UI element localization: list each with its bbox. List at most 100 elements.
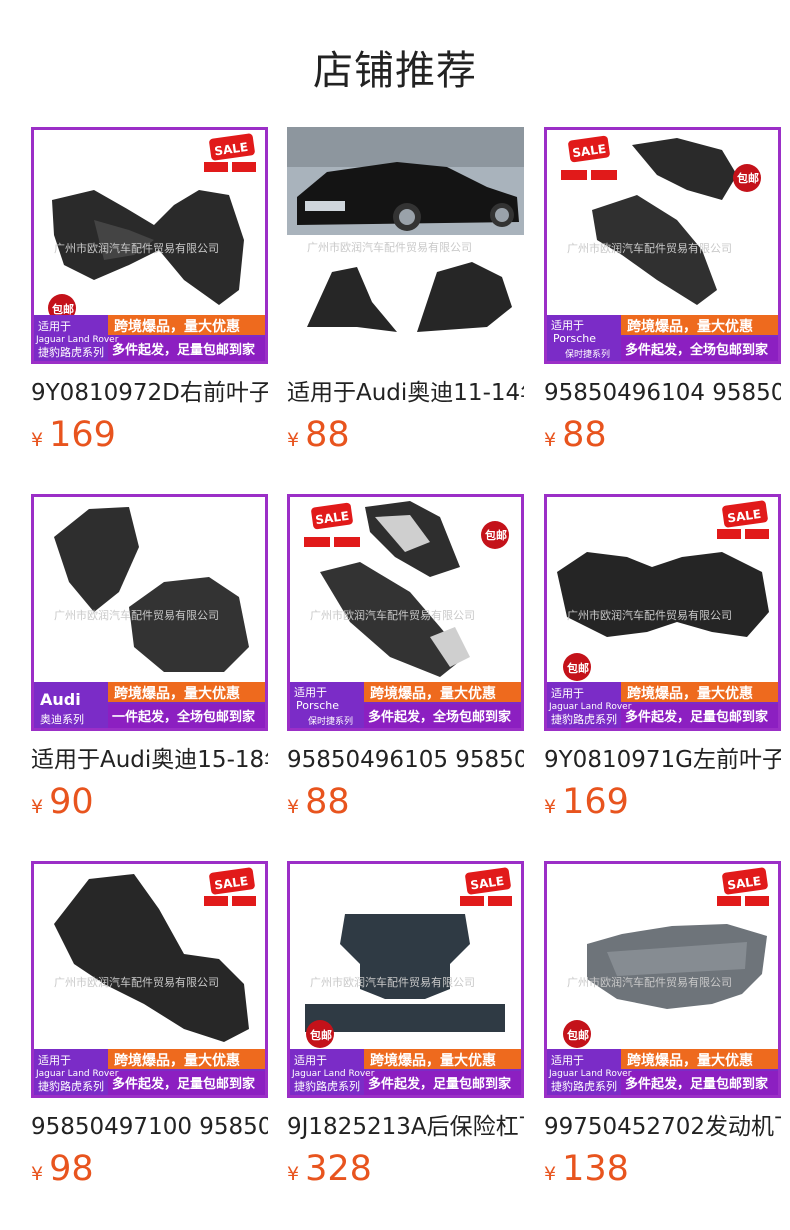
price-value: 98 (49, 1149, 94, 1189)
price-value: 328 (305, 1149, 372, 1189)
svg-text:捷豹路虎系列: 捷豹路虎系列 (294, 1079, 360, 1093)
svg-text:捷豹路虎系列: 捷豹路虎系列 (551, 712, 617, 726)
stamp-icon: 包邮 (563, 653, 591, 681)
svg-text:适用于: 适用于 (38, 320, 71, 333)
product-name[interactable]: 95850496104 95850496105 (544, 377, 781, 409)
product-image[interactable]: SALE 广州市欧润汽车配件贸易有限公司 包邮 适用于 Porsche 保时捷系… (287, 494, 524, 731)
product-image[interactable]: SALE 广州市欧润汽车配件贸易有限公司 包邮 适用于 Porsche 保时捷系… (544, 127, 781, 364)
svg-text:广州市欧润汽车配件贸易有限公司: 广州市欧润汽车配件贸易有限公司 (310, 608, 475, 622)
price-value: 138 (562, 1149, 629, 1189)
stamp-icon: 包邮 (733, 164, 761, 192)
product-image[interactable]: SALE 广州市欧润汽车配件贸易有限公司 包邮 适用于 Jaguar Land … (31, 127, 268, 364)
svg-text:广州市欧润汽车配件贸易有限公司: 广州市欧润汽车配件贸易有限公司 (310, 975, 475, 989)
svg-text:包邮: 包邮 (566, 661, 589, 675)
currency-symbol: ¥ (31, 429, 44, 451)
currency-symbol: ¥ (544, 429, 557, 451)
svg-text:多件起发，足量包邮到家: 多件起发，足量包邮到家 (112, 342, 256, 358)
currency-symbol: ¥ (544, 796, 557, 818)
svg-text:适用于: 适用于 (551, 687, 584, 700)
product-name[interactable]: 95850496105 95850496104 (287, 744, 524, 776)
product-name[interactable]: 适用于Audi奥迪11-14年A6前叶子板内衬 (287, 377, 524, 409)
svg-text:保时捷系列: 保时捷系列 (565, 348, 610, 360)
svg-text:适用于: 适用于 (551, 319, 584, 332)
svg-text:捷豹路虎系列: 捷豹路虎系列 (38, 345, 104, 359)
svg-text:广州市欧润汽车配件贸易有限公司: 广州市欧润汽车配件贸易有限公司 (54, 241, 219, 255)
product-name[interactable]: 9J1825213A后保险杠下护板适用 (287, 1111, 524, 1143)
svg-text:跨境爆品，量大优惠: 跨境爆品，量大优惠 (627, 685, 753, 702)
product-price: ¥328 (287, 1149, 372, 1193)
product-image[interactable]: SALE 广州市欧润汽车配件贸易有限公司 包邮 适用于 Jaguar Land … (544, 494, 781, 731)
product-image[interactable]: SALE 广州市欧润汽车配件贸易有限公司 适用于 Jaguar Land Rov… (31, 861, 268, 1098)
product-card[interactable]: SALE 广州市欧润汽车配件贸易有限公司 包邮 适用于 Jaguar Land … (544, 494, 781, 824)
product-image[interactable]: 广州市欧润汽车配件贸易有限公司 Audi 奥迪系列 跨境爆品，量大优惠 一件起发… (31, 494, 268, 731)
svg-text:包邮: 包邮 (484, 528, 507, 542)
svg-text:多件起发，足量包邮到家: 多件起发，足量包邮到家 (625, 709, 769, 725)
product-card[interactable]: SALE 广州市欧润汽车配件贸易有限公司 包邮 适用于 Jaguar Land … (287, 861, 524, 1191)
svg-text:适用于: 适用于 (294, 686, 327, 699)
product-name[interactable]: 9Y0810971G左前叶子板内衬适用 (544, 744, 781, 776)
svg-text:包邮: 包邮 (51, 302, 74, 316)
product-card[interactable]: SALE 广州市欧润汽车配件贸易有限公司 包邮 适用于 Jaguar Land … (544, 861, 781, 1191)
svg-text:包邮: 包邮 (309, 1028, 332, 1042)
product-name[interactable]: 适用于Audi奥迪15-18年A6前叶子板内衬 (31, 744, 268, 776)
svg-text:广州市欧润汽车配件贸易有限公司: 广州市欧润汽车配件贸易有限公司 (567, 241, 732, 255)
svg-text:多件起发，全场包邮到家: 多件起发，全场包邮到家 (368, 709, 512, 725)
svg-text:包邮: 包邮 (736, 171, 759, 185)
price-value: 169 (562, 782, 629, 822)
product-price: ¥88 (544, 415, 607, 459)
product-price: ¥88 (287, 415, 350, 459)
svg-text:跨境爆品，量大优惠: 跨境爆品，量大优惠 (627, 318, 753, 335)
svg-text:Jaguar Land Rover: Jaguar Land Rover (291, 1069, 375, 1079)
product-name[interactable]: 99750452702发动机下护板适用 (544, 1111, 781, 1143)
product-image[interactable]: SALE 广州市欧润汽车配件贸易有限公司 包邮 适用于 Jaguar Land … (287, 861, 524, 1098)
currency-symbol: ¥ (31, 1163, 44, 1185)
svg-text:Jaguar Land Rover: Jaguar Land Rover (548, 1069, 632, 1079)
product-card[interactable]: SALE 广州市欧润汽车配件贸易有限公司 包邮 适用于 Jaguar Land … (31, 127, 268, 457)
svg-text:Jaguar Land Rover: Jaguar Land Rover (35, 1069, 119, 1079)
svg-text:跨境爆品，量大优惠: 跨境爆品，量大优惠 (370, 685, 496, 702)
svg-text:多件起发，足量包邮到家: 多件起发，足量包邮到家 (112, 1076, 256, 1092)
currency-symbol: ¥ (31, 796, 44, 818)
price-value: 88 (305, 782, 350, 822)
product-card[interactable]: SALE 广州市欧润汽车配件贸易有限公司 适用于 Jaguar Land Rov… (31, 861, 268, 1191)
svg-text:适用于: 适用于 (38, 1054, 71, 1067)
product-price: ¥98 (31, 1149, 94, 1193)
product-name[interactable]: 95850497100 95850497200 (31, 1111, 268, 1143)
page-title: 店铺推荐 (313, 48, 477, 94)
svg-text:多件起发，全场包邮到家: 多件起发，全场包邮到家 (625, 342, 769, 358)
price-value: 88 (305, 415, 350, 455)
product-image[interactable]: 广州市欧润汽车配件贸易有限公司 (287, 127, 524, 364)
product-card[interactable]: SALE 广州市欧润汽车配件贸易有限公司 包邮 适用于 Porsche 保时捷系… (544, 127, 781, 457)
svg-text:Jaguar Land Rover: Jaguar Land Rover (35, 335, 119, 345)
svg-text:适用于: 适用于 (294, 1054, 327, 1067)
svg-text:奥迪系列: 奥迪系列 (40, 712, 84, 726)
svg-text:广州市欧润汽车配件贸易有限公司: 广州市欧润汽车配件贸易有限公司 (54, 608, 219, 622)
stamp-icon: 包邮 (481, 521, 509, 549)
product-card[interactable]: 广州市欧润汽车配件贸易有限公司 Audi 奥迪系列 跨境爆品，量大优惠 一件起发… (31, 494, 268, 824)
svg-text:广州市欧润汽车配件贸易有限公司: 广州市欧润汽车配件贸易有限公司 (567, 608, 732, 622)
price-value: 169 (49, 415, 116, 455)
svg-text:广州市欧润汽车配件贸易有限公司: 广州市欧润汽车配件贸易有限公司 (567, 975, 732, 989)
currency-symbol: ¥ (287, 796, 300, 818)
svg-text:包邮: 包邮 (566, 1028, 589, 1042)
svg-text:Jaguar Land Rover: Jaguar Land Rover (548, 702, 632, 712)
product-price: ¥169 (31, 415, 116, 459)
product-price: ¥169 (544, 782, 629, 826)
svg-text:适用于: 适用于 (551, 1054, 584, 1067)
stamp-icon: 包邮 (563, 1020, 591, 1048)
svg-text:一件起发，全场包邮到家: 一件起发，全场包邮到家 (112, 709, 256, 725)
product-card[interactable]: SALE 广州市欧润汽车配件贸易有限公司 包邮 适用于 Porsche 保时捷系… (287, 494, 524, 824)
currency-symbol: ¥ (287, 429, 300, 451)
product-image[interactable]: SALE 广州市欧润汽车配件贸易有限公司 包邮 适用于 Jaguar Land … (544, 861, 781, 1098)
svg-text:广州市欧润汽车配件贸易有限公司: 广州市欧润汽车配件贸易有限公司 (307, 240, 472, 254)
currency-symbol: ¥ (544, 1163, 557, 1185)
svg-text:跨境爆品，量大优惠: 跨境爆品，量大优惠 (370, 1052, 496, 1069)
product-name[interactable]: 9Y0810972D右前叶子板内衬适用 (31, 377, 268, 409)
product-card[interactable]: 广州市欧润汽车配件贸易有限公司 适用于Audi奥迪11-14年A6前叶子板内衬 … (287, 127, 524, 457)
price-value: 88 (562, 415, 607, 455)
product-price: ¥90 (31, 782, 94, 826)
product-price: ¥138 (544, 1149, 629, 1193)
svg-text:Porsche: Porsche (553, 332, 596, 345)
svg-text:多件起发，足量包邮到家: 多件起发，足量包邮到家 (368, 1076, 512, 1092)
svg-text:跨境爆品，量大优惠: 跨境爆品，量大优惠 (114, 685, 240, 702)
